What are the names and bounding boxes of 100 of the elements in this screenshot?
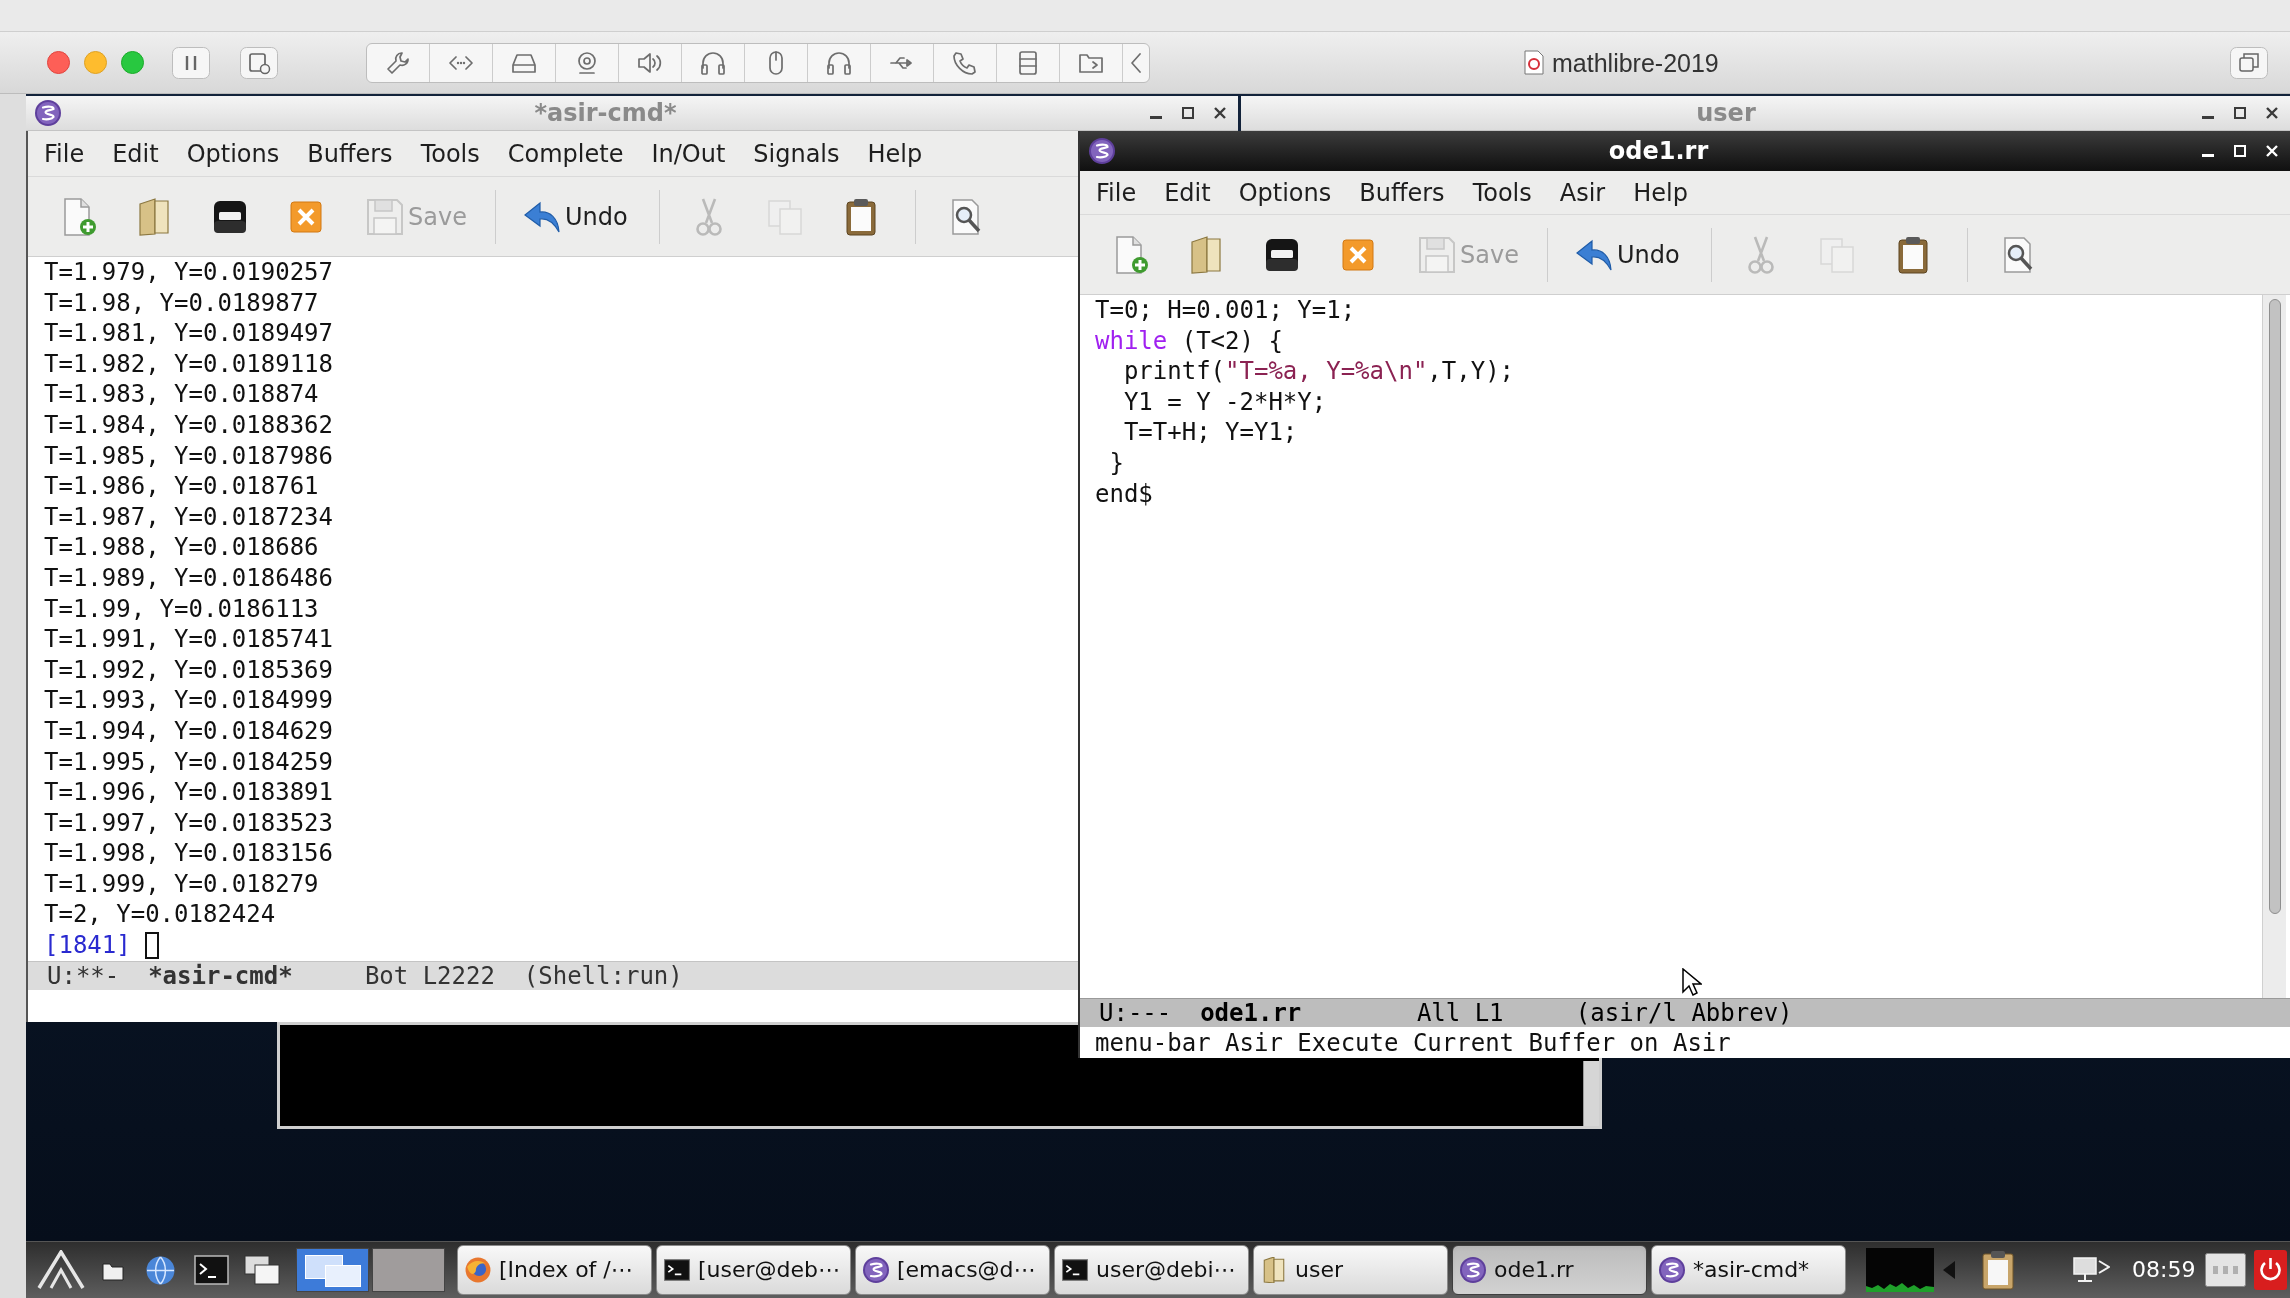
menu-item[interactable]: In/Out bbox=[637, 138, 740, 169]
taskbar-button[interactable]: user@debi⋯ bbox=[1054, 1245, 1249, 1295]
network-icon[interactable] bbox=[2073, 1255, 2110, 1285]
taskbar-button[interactable]: ode1.rr bbox=[1452, 1245, 1647, 1295]
browser-icon bbox=[465, 1257, 491, 1283]
menu-item[interactable]: Help bbox=[1619, 177, 1702, 208]
output-line: T=1.982, Y=0.0189118 bbox=[44, 348, 333, 380]
menu-item[interactable]: Tools bbox=[406, 138, 494, 169]
close-icon[interactable] bbox=[1214, 107, 1226, 119]
undo-button[interactable]: Undo bbox=[508, 193, 642, 240]
clipboard-icon[interactable] bbox=[1982, 1250, 2014, 1290]
wrench-icon[interactable] bbox=[386, 50, 410, 75]
code-line: end$ bbox=[1095, 478, 1153, 510]
output-line: T=1.995, Y=0.0184259 bbox=[44, 746, 333, 778]
output-line: T=2, Y=0.0182424 bbox=[44, 899, 276, 931]
power-icon[interactable] bbox=[2254, 1250, 2288, 1290]
taskbar-button[interactable]: user bbox=[1253, 1245, 1448, 1295]
window-title: *asir-cmd* bbox=[534, 99, 677, 127]
code-line: printf("T=%a, Y=%a\n",T,Y); bbox=[1122, 356, 1515, 387]
terminal-icon bbox=[1062, 1257, 1088, 1283]
start-menu-icon[interactable] bbox=[37, 1250, 85, 1290]
output-line: T=1.985, Y=0.0187986 bbox=[44, 440, 333, 472]
list-icon[interactable] bbox=[1016, 50, 1040, 75]
scrollbar[interactable] bbox=[1583, 1061, 1599, 1126]
terminal-icon[interactable] bbox=[194, 1255, 229, 1285]
windows-icon[interactable] bbox=[244, 1255, 280, 1285]
buffer-name: *asir-cmd* bbox=[148, 962, 293, 990]
menu-item[interactable]: File bbox=[1082, 177, 1151, 208]
menu-item[interactable]: Asir bbox=[1545, 177, 1620, 208]
menu-item[interactable]: Buffers bbox=[293, 138, 407, 169]
mode-status: U:**- bbox=[47, 962, 120, 990]
code-line: T=0; H=0.001; Y=1; bbox=[1095, 295, 1356, 326]
output-line: T=1.992, Y=0.0185369 bbox=[44, 654, 333, 686]
menu-item[interactable]: Buffers bbox=[1345, 177, 1459, 208]
window-capture-icon[interactable] bbox=[240, 46, 278, 79]
text-cursor bbox=[144, 931, 159, 959]
scrollbar[interactable] bbox=[2262, 295, 2286, 998]
clock[interactable]: 08:59 bbox=[2132, 1257, 2196, 1283]
taskbar-button[interactable]: [emacs@d⋯ bbox=[855, 1245, 1050, 1295]
taskbar-button[interactable]: *asir-cmd* bbox=[1651, 1245, 1846, 1295]
headphones-icon[interactable] bbox=[827, 50, 851, 75]
emacs-icon bbox=[863, 1257, 889, 1283]
window-title: ode1.rr bbox=[1608, 137, 1709, 165]
minimize-icon[interactable] bbox=[2202, 115, 2214, 119]
prompt: [1841] bbox=[44, 930, 131, 961]
menu-item[interactable]: Options bbox=[172, 138, 294, 169]
buffer-position: All L1 bbox=[1416, 999, 1504, 1027]
output-line: T=1.991, Y=0.0185741 bbox=[44, 624, 333, 655]
menu-item[interactable]: Options bbox=[1224, 177, 1346, 208]
menu-item[interactable]: Signals bbox=[739, 138, 854, 169]
menu-item[interactable]: File bbox=[30, 138, 99, 169]
code-line: } bbox=[1108, 447, 1124, 479]
headphones-icon[interactable] bbox=[701, 50, 725, 75]
code-line: while (T<2) { bbox=[1095, 325, 1283, 357]
globe-icon[interactable] bbox=[146, 1255, 175, 1285]
maximize-icon[interactable] bbox=[1182, 107, 1194, 119]
maximize-icon[interactable] bbox=[2234, 107, 2246, 119]
code-line: T=T+H; Y=Y1; bbox=[1122, 417, 1298, 448]
output-line: T=1.998, Y=0.0183156 bbox=[44, 838, 333, 869]
pause-icon[interactable] bbox=[172, 46, 210, 79]
close-icon[interactable] bbox=[2266, 107, 2278, 119]
code-line: Y1 = Y -2*H*Y; bbox=[1122, 386, 1327, 418]
minimize-icon[interactable] bbox=[2202, 153, 2214, 157]
emacs-icon bbox=[1659, 1257, 1685, 1283]
window-copy-icon[interactable] bbox=[2230, 46, 2268, 79]
taskbar-button[interactable]: [user@deb⋯ bbox=[656, 1245, 851, 1295]
output-line: T=1.99, Y=0.0186113 bbox=[44, 593, 319, 625]
output-line: T=1.984, Y=0.0188362 bbox=[44, 409, 333, 441]
menu-item[interactable]: Tools bbox=[1458, 177, 1546, 208]
speaker-icon[interactable] bbox=[638, 50, 662, 75]
emacs-icon bbox=[1089, 138, 1115, 164]
cpu-usage-graph bbox=[1866, 1248, 1934, 1292]
folder-icon bbox=[1261, 1257, 1287, 1283]
output-line: T=1.996, Y=0.0183891 bbox=[44, 777, 333, 808]
menu-item[interactable]: Complete bbox=[493, 138, 638, 169]
workspace-tile[interactable] bbox=[296, 1248, 369, 1292]
workspace-tile[interactable] bbox=[372, 1248, 445, 1292]
output-line: T=1.979, Y=0.0190257 bbox=[44, 257, 333, 288]
output-line: T=1.989, Y=0.0186486 bbox=[44, 562, 333, 594]
minimize-icon[interactable] bbox=[1150, 115, 1162, 119]
mode-status: U:--- bbox=[1099, 999, 1172, 1027]
output-line: T=1.988, Y=0.018686 bbox=[44, 532, 319, 563]
buffer-position: Bot L2222 bbox=[364, 962, 495, 990]
document-icon bbox=[1524, 50, 1544, 75]
phone-icon[interactable] bbox=[953, 50, 977, 75]
webcam-icon[interactable] bbox=[575, 50, 599, 75]
terminal-icon bbox=[664, 1257, 690, 1283]
menu-item[interactable]: Help bbox=[853, 138, 937, 169]
output-line: T=1.981, Y=0.0189497 bbox=[44, 318, 333, 349]
buffer-name: ode1.rr bbox=[1200, 999, 1302, 1027]
chevron-left-icon[interactable] bbox=[1131, 52, 1141, 73]
taskbar-button[interactable]: [Index of /⋯ bbox=[457, 1245, 652, 1295]
output-line: T=1.987, Y=0.0187234 bbox=[44, 501, 333, 533]
emacs-icon bbox=[35, 100, 61, 126]
mouse-pointer-icon bbox=[1682, 968, 1702, 996]
window-title: mathlibre-2019 bbox=[1552, 47, 1719, 78]
menu-item[interactable]: Edit bbox=[1150, 177, 1225, 208]
status-tile-icon[interactable] bbox=[2205, 1253, 2247, 1287]
menu-item[interactable]: Edit bbox=[98, 138, 173, 169]
undo-button[interactable]: Undo bbox=[1560, 231, 1694, 278]
